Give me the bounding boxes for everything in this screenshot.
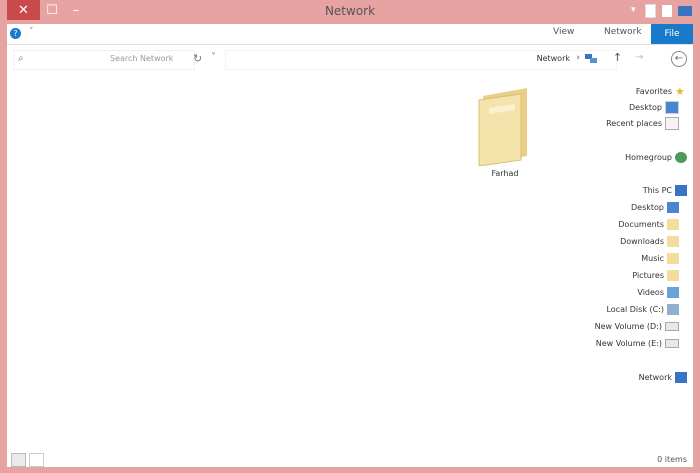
nav-item-label: Network — [638, 372, 672, 382]
search-icon: ⌕ — [18, 53, 24, 64]
breadcrumb-separator[interactable]: › — [576, 53, 580, 63]
status-bar: 0 items — [7, 453, 693, 467]
forward-button[interactable]: → — [635, 52, 643, 63]
refresh-icon[interactable]: ↻ — [193, 52, 202, 65]
customize-icon[interactable]: ▾ — [631, 5, 639, 17]
nav-item-local-disk-c[interactable]: Local Disk (C:) — [606, 302, 679, 316]
help-icon[interactable]: ? — [10, 28, 21, 39]
nav-item-label: New Volume (D:) — [594, 321, 662, 331]
item-count: 0 items — [657, 455, 687, 464]
nav-item-label: This PC — [642, 185, 672, 195]
explorer-window: ✕ ☐ – Network ▾ ? ˅ View Network File ⌕ … — [0, 0, 700, 473]
nav-item-network[interactable]: Network — [639, 370, 687, 384]
properties-icon[interactable] — [662, 5, 672, 17]
window-title: Network — [324, 4, 376, 18]
quick-access-toolbar: ▾ — [631, 4, 692, 18]
breadcrumb[interactable]: Network — [537, 54, 570, 63]
recent-places-icon — [665, 116, 679, 130]
music-icon — [667, 252, 679, 264]
nav-item-label: Desktop — [631, 202, 664, 212]
search-placeholder: Search Network — [110, 54, 174, 63]
nav-item-favorites[interactable]: Favorites ★ — [636, 84, 687, 98]
folder-icon — [478, 88, 527, 166]
desktop-icon — [665, 100, 679, 114]
nav-item-new-volume-d[interactable]: New Volume (D:) — [595, 319, 679, 333]
nav-item-documents[interactable]: Documents — [618, 217, 679, 231]
nav-item-homegroup[interactable]: Homegroup — [625, 150, 687, 164]
nav-item-desktop[interactable]: Desktop — [631, 200, 679, 214]
downloads-icon — [667, 235, 679, 247]
details-view-icon[interactable] — [29, 453, 44, 467]
computer-icon — [675, 184, 687, 196]
tab-file[interactable]: File — [651, 24, 693, 44]
nav-item-label: Local Disk (C:) — [606, 304, 664, 314]
large-icons-view-icon[interactable] — [11, 453, 26, 467]
ribbon-tabs: ? ˅ View Network File — [7, 24, 693, 45]
drive-icon — [665, 338, 679, 348]
network-icon — [675, 371, 687, 383]
folder-icon — [678, 6, 692, 16]
drive-icon — [667, 303, 679, 315]
chevron-down-icon[interactable]: ˅ — [29, 27, 34, 37]
nav-item-label: Pictures — [632, 270, 664, 280]
homegroup-icon — [675, 151, 687, 163]
nav-item-label: Homegroup — [625, 152, 672, 162]
nav-item-new-volume-e[interactable]: New Volume (E:) — [596, 336, 679, 350]
star-icon: ★ — [675, 84, 685, 98]
nav-item-label: Recent places — [606, 118, 662, 128]
nav-item-videos[interactable]: Videos — [637, 285, 679, 299]
pictures-icon — [667, 269, 679, 281]
client-area: ? ˅ View Network File ⌕ Search Network ↻… — [7, 24, 693, 467]
search-input[interactable]: ⌕ Search Network — [13, 50, 195, 70]
tab-network[interactable]: Network — [604, 27, 642, 37]
nav-item-this-pc[interactable]: This PC — [643, 183, 687, 197]
folder-label: Farhad — [491, 169, 519, 178]
nav-item-music[interactable]: Music — [641, 251, 679, 265]
address-row: ⌕ Search Network ↻ ˅ Network › ↑ → ← — [7, 50, 693, 70]
documents-icon — [667, 218, 679, 230]
chevron-down-icon[interactable]: ˅ — [211, 52, 216, 63]
network-icon — [585, 54, 597, 63]
drive-icon — [665, 321, 679, 331]
nav-item-label: Videos — [637, 287, 664, 297]
nav-item-desktop[interactable]: Desktop — [629, 100, 679, 114]
nav-item-label: Downloads — [620, 236, 664, 246]
videos-icon — [667, 286, 679, 298]
nav-item-label: New Volume (E:) — [595, 338, 662, 348]
tab-view[interactable]: View — [553, 27, 574, 37]
new-folder-icon[interactable] — [645, 4, 656, 18]
nav-item-label: Favorites — [635, 86, 672, 96]
nav-item-label: Desktop — [629, 102, 662, 112]
nav-item-label: Documents — [618, 219, 664, 229]
nav-item-pictures[interactable]: Pictures — [632, 268, 679, 282]
up-button[interactable]: ↑ — [613, 51, 622, 64]
nav-item-label: Music — [641, 253, 664, 263]
desktop-icon — [667, 201, 679, 213]
back-button[interactable]: ← — [671, 51, 687, 67]
nav-item-downloads[interactable]: Downloads — [620, 234, 679, 248]
title-bar[interactable]: ✕ ☐ – Network ▾ — [0, 0, 700, 24]
nav-item-recent-places[interactable]: Recent places — [606, 116, 679, 130]
address-bar[interactable]: Network › — [225, 50, 617, 70]
